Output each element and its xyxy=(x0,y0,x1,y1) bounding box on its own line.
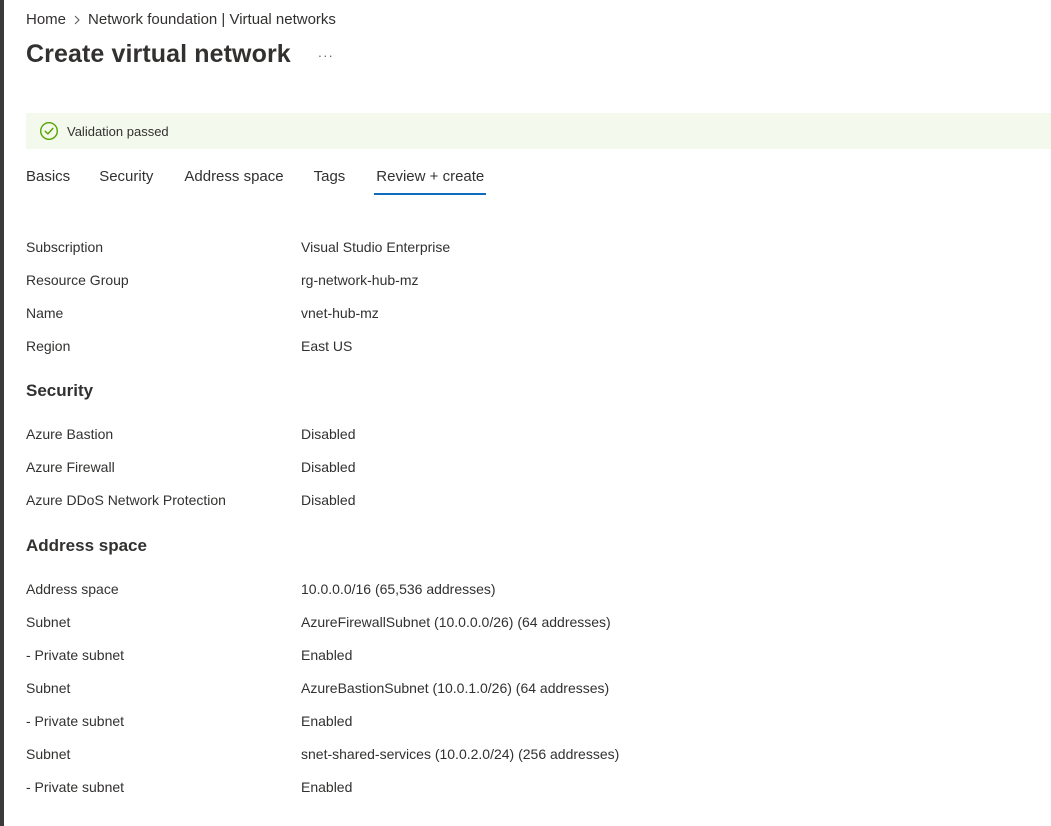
breadcrumb-virtual-networks-link[interactable]: Network foundation | Virtual networks xyxy=(88,11,336,28)
tab-review-create[interactable]: Review + create xyxy=(374,163,487,195)
tab-address-space[interactable]: Address space xyxy=(184,163,283,195)
row-label: Region xyxy=(26,338,71,354)
validation-message: Validation passed xyxy=(67,123,169,139)
wizard-tabs: Basics Security Address space Tags Revie… xyxy=(26,163,487,195)
chevron-right-icon xyxy=(66,14,88,26)
breadcrumb: Home Network foundation | Virtual networ… xyxy=(26,11,336,28)
row-value: East US xyxy=(301,338,353,354)
page-title: Create virtual network xyxy=(26,40,291,68)
row-value: AzureBastionSubnet (10.0.1.0/26) (64 add… xyxy=(301,680,610,696)
row-label: Azure Firewall xyxy=(26,459,115,475)
row-label: Azure DDoS Network Protection xyxy=(26,492,226,508)
row-label: Subnet xyxy=(26,746,71,762)
row-label: - Private subnet xyxy=(26,779,125,795)
tab-tags[interactable]: Tags xyxy=(314,163,346,195)
row-label: Subscription xyxy=(26,239,104,255)
check-circle-icon xyxy=(39,121,59,141)
row-value: 10.0.0.0/16 (65,536 addresses) xyxy=(301,581,496,597)
row-value: snet-shared-services (10.0.2.0/24) (256 … xyxy=(301,746,620,762)
row-label: Azure Bastion xyxy=(26,426,114,442)
row-value: Enabled xyxy=(301,647,353,663)
row-value: AzureFirewallSubnet (10.0.0.0/26) (64 ad… xyxy=(301,614,611,630)
row-value: Disabled xyxy=(301,492,356,508)
row-value: Visual Studio Enterprise xyxy=(301,239,451,255)
breadcrumb-home-link[interactable]: Home xyxy=(26,11,66,28)
title-row: Create virtual network ··· xyxy=(26,40,337,69)
row-value: vnet-hub-mz xyxy=(301,305,379,321)
row-label: Address space xyxy=(26,581,119,597)
section-title-security: Security xyxy=(26,381,94,400)
tab-security[interactable]: Security xyxy=(99,163,153,195)
row-label: Subnet xyxy=(26,680,71,696)
more-options-button[interactable]: ··· xyxy=(315,45,337,67)
tab-basics[interactable]: Basics xyxy=(26,163,70,195)
row-value: Disabled xyxy=(301,459,356,475)
row-value: Enabled xyxy=(301,779,353,795)
row-label: - Private subnet xyxy=(26,647,125,663)
validation-banner: Validation passed xyxy=(26,113,1051,149)
row-value: Disabled xyxy=(301,426,356,442)
left-window-edge xyxy=(0,0,4,826)
row-value: rg-network-hub-mz xyxy=(301,272,419,288)
row-label: - Private subnet xyxy=(26,713,125,729)
row-label: Name xyxy=(26,305,64,321)
section-title-address-space: Address space xyxy=(26,536,147,555)
row-value: Enabled xyxy=(301,713,353,729)
row-label: Resource Group xyxy=(26,272,129,288)
row-label: Subnet xyxy=(26,614,71,630)
